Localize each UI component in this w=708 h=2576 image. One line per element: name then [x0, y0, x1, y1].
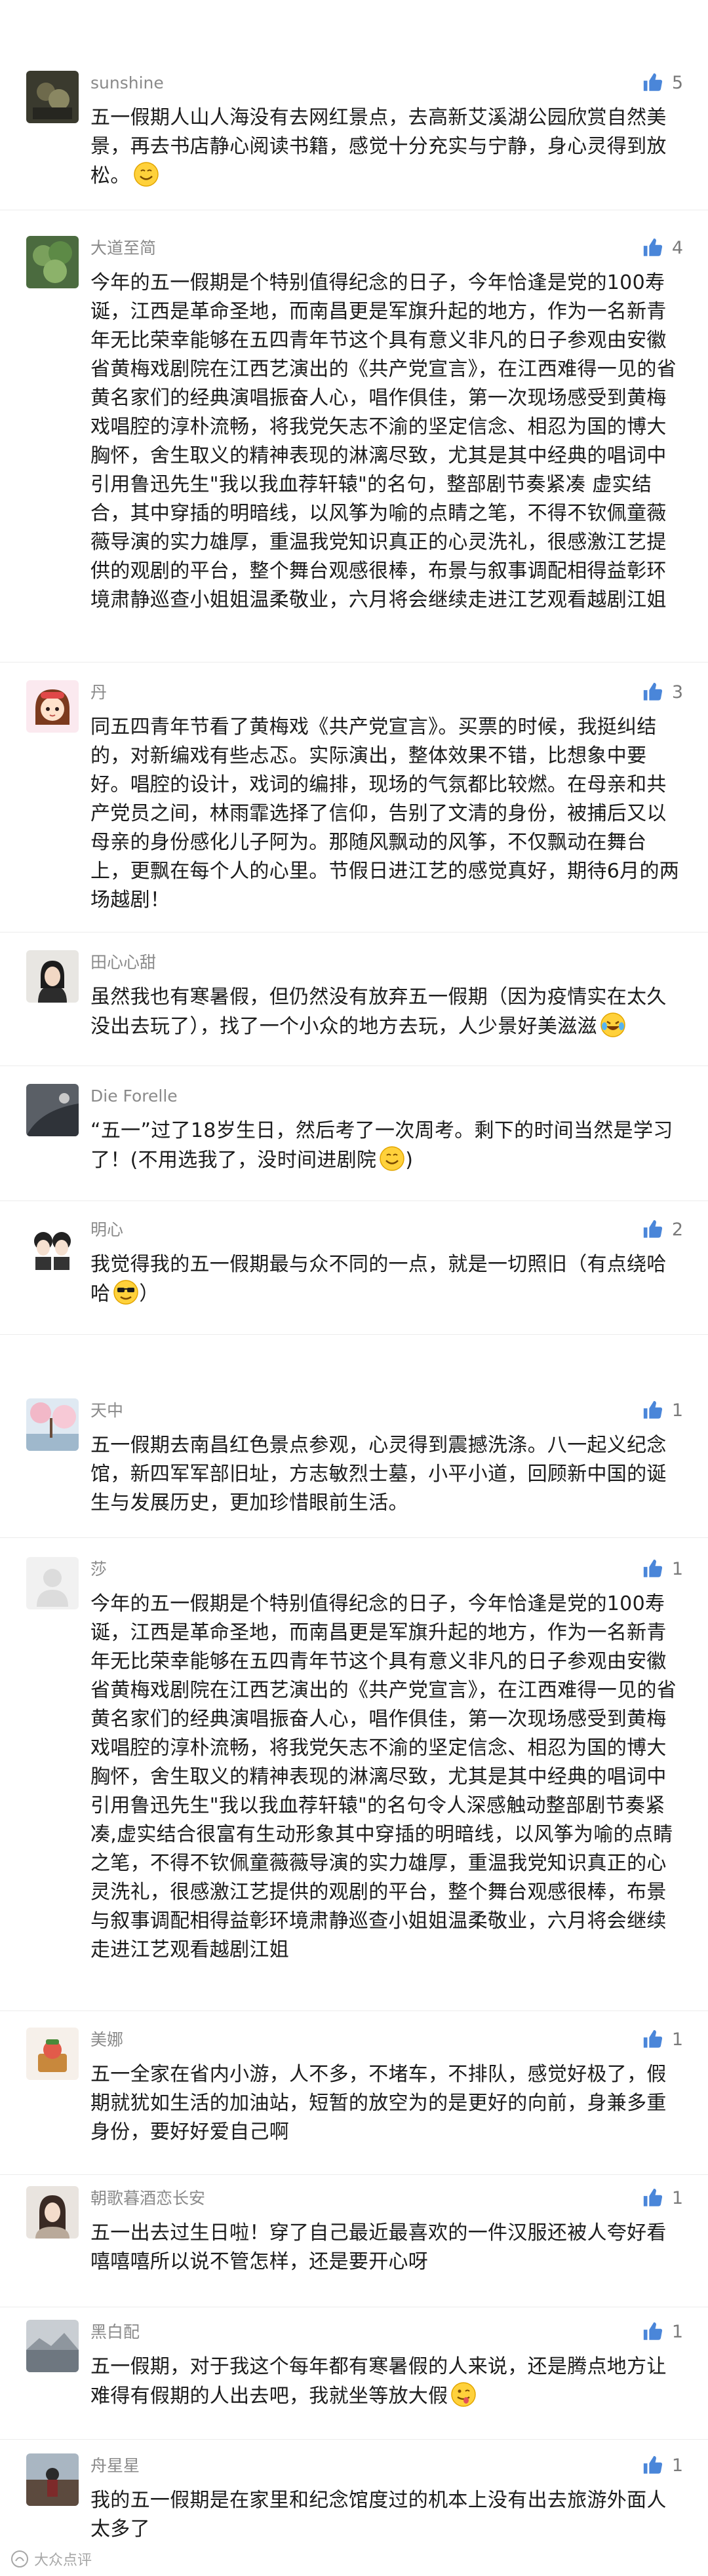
avatar[interactable]: [26, 1218, 79, 1270]
divider: [0, 662, 708, 663]
thumbs-up-icon: [643, 2322, 662, 2340]
avatar[interactable]: [26, 2320, 79, 2372]
like-count: 1: [671, 2029, 683, 2050]
username[interactable]: sunshine: [90, 72, 164, 94]
like-count: 2: [671, 1219, 683, 1240]
avatar[interactable]: [26, 1398, 79, 1451]
like-button[interactable]: 1: [642, 2185, 683, 2211]
like-count: 3: [671, 682, 683, 702]
username[interactable]: 丹: [90, 682, 107, 704]
app-logo-icon: [11, 2550, 28, 2567]
like-count: 1: [671, 1400, 683, 1421]
thumbs-up-icon: [643, 1400, 662, 1419]
divider: [0, 2439, 708, 2440]
wink-tongue-emoji-icon: [451, 2382, 477, 2407]
avatar[interactable]: [26, 2186, 79, 2239]
thumbs-up-icon: [643, 73, 662, 91]
sunglasses-emoji-icon: [113, 1280, 139, 1305]
smile-emoji-icon: [133, 162, 159, 187]
like-count: 1: [671, 1558, 683, 1579]
divider: [0, 1334, 708, 1335]
avatar[interactable]: [26, 71, 79, 123]
comment-text: “五一”过了18岁生日，然后考了一次周考。剩下的时间当然是学习了！(不用选我了，…: [90, 1119, 673, 1172]
username[interactable]: 田心心甜: [90, 952, 156, 974]
username[interactable]: 美娜: [90, 2029, 123, 2051]
avatar[interactable]: [26, 236, 79, 288]
like-count: 5: [671, 72, 683, 93]
comment-text: 同五四青年节看了黄梅戏《共产党宣言》。买票的时候，我挺纠结的，对新编戏有些忐忑。…: [90, 716, 680, 912]
like-button[interactable]: 1: [642, 1397, 683, 1423]
username[interactable]: 明心: [90, 1219, 123, 1241]
like-button[interactable]: 3: [642, 679, 683, 705]
username[interactable]: 天中: [90, 1400, 123, 1422]
divider: [0, 2010, 708, 2011]
watermark: 大众点评: [10, 2548, 92, 2569]
comment-text: 我的五一假期是在家里和纪念馆度过的机本上没有出去旅游外面人太多了: [90, 2489, 667, 2541]
comment-text: 五一出去过生日啦！穿了自己最近最喜欢的一件汉服还被人夸好看嘻嘻嘻所以说不管怎样，…: [90, 2221, 667, 2273]
like-button[interactable]: 1: [642, 2452, 683, 2478]
like-count: 1: [671, 2455, 683, 2476]
username[interactable]: 朝歌暮酒恋长安: [90, 2187, 205, 2210]
like-button[interactable]: 1: [642, 1556, 683, 1582]
thumbs-up-icon: [643, 2455, 662, 2474]
thumbs-up-icon: [643, 1220, 662, 1238]
comment-text: 五一全家在省内小游，人不多，不堵车，不排队，感觉好极了，假期就犹如生活的加油站，…: [90, 2063, 667, 2143]
thumbs-up-icon: [643, 238, 662, 256]
comment-text: 五一假期人山人海没有去网红景点，去高新艾溪湖公园欣赏自然美景，再去书店静心阅读书…: [90, 106, 667, 187]
comment-text: 五一假期去南昌红色景点参观，心灵得到震撼洗涤。八一起义纪念馆，新四军军部旧址，方…: [90, 1434, 667, 1514]
avatar[interactable]: [26, 680, 79, 733]
username[interactable]: 舟星星: [90, 2455, 140, 2477]
thumbs-up-icon: [643, 2188, 662, 2206]
laughing-tears-emoji-icon: [600, 1012, 625, 1037]
like-count: 1: [671, 2321, 683, 2342]
avatar[interactable]: [26, 2453, 79, 2506]
like-button[interactable]: 1: [642, 2026, 683, 2052]
comment-text: 我觉得我的五一假期最与众不同的一点，就是一切照旧（有点绕哈哈）: [90, 1253, 667, 1305]
comment-text: 今年的五一假期是个特别值得纪念的日子，今年恰逢是党的100寿诞，江西是革命圣地，…: [90, 271, 677, 611]
thumbs-up-icon: [643, 1559, 662, 1577]
like-button[interactable]: 2: [642, 1216, 683, 1242]
like-count: 4: [671, 237, 683, 258]
like-button[interactable]: 4: [642, 235, 683, 261]
like-button[interactable]: 1: [642, 2318, 683, 2345]
watermark-text: 大众点评: [34, 2552, 92, 2569]
username[interactable]: 大道至简: [90, 237, 156, 260]
comment-text: 虽然我也有寒暑假，但仍然没有放弃五一假期（因为疫情实在太久没出去玩了），找了一个…: [90, 986, 667, 1038]
username[interactable]: 黑白配: [90, 2321, 140, 2343]
avatar[interactable]: [26, 1084, 79, 1136]
avatar[interactable]: [26, 2028, 79, 2080]
smile-emoji-icon: [380, 1146, 404, 1171]
avatar[interactable]: [26, 950, 79, 1003]
username[interactable]: 莎: [90, 1558, 107, 1581]
divider: [0, 1537, 708, 1538]
avatar[interactable]: [26, 1557, 79, 1609]
comment-text: 今年的五一假期是个特别值得纪念的日子，今年恰逢是党的100寿诞，江西是革命圣地，…: [90, 1592, 677, 1961]
username[interactable]: Die Forelle: [90, 1085, 178, 1107]
like-count: 1: [671, 2187, 683, 2208]
comment-text: 五一假期，对于我这个每年都有寒暑假的人来说，还是腾点地方让难得有假期的人出去吧，…: [90, 2355, 667, 2408]
thumbs-up-icon: [643, 2029, 662, 2048]
divider: [0, 2174, 708, 2175]
like-button[interactable]: 5: [642, 69, 683, 96]
thumbs-up-icon: [643, 682, 662, 701]
